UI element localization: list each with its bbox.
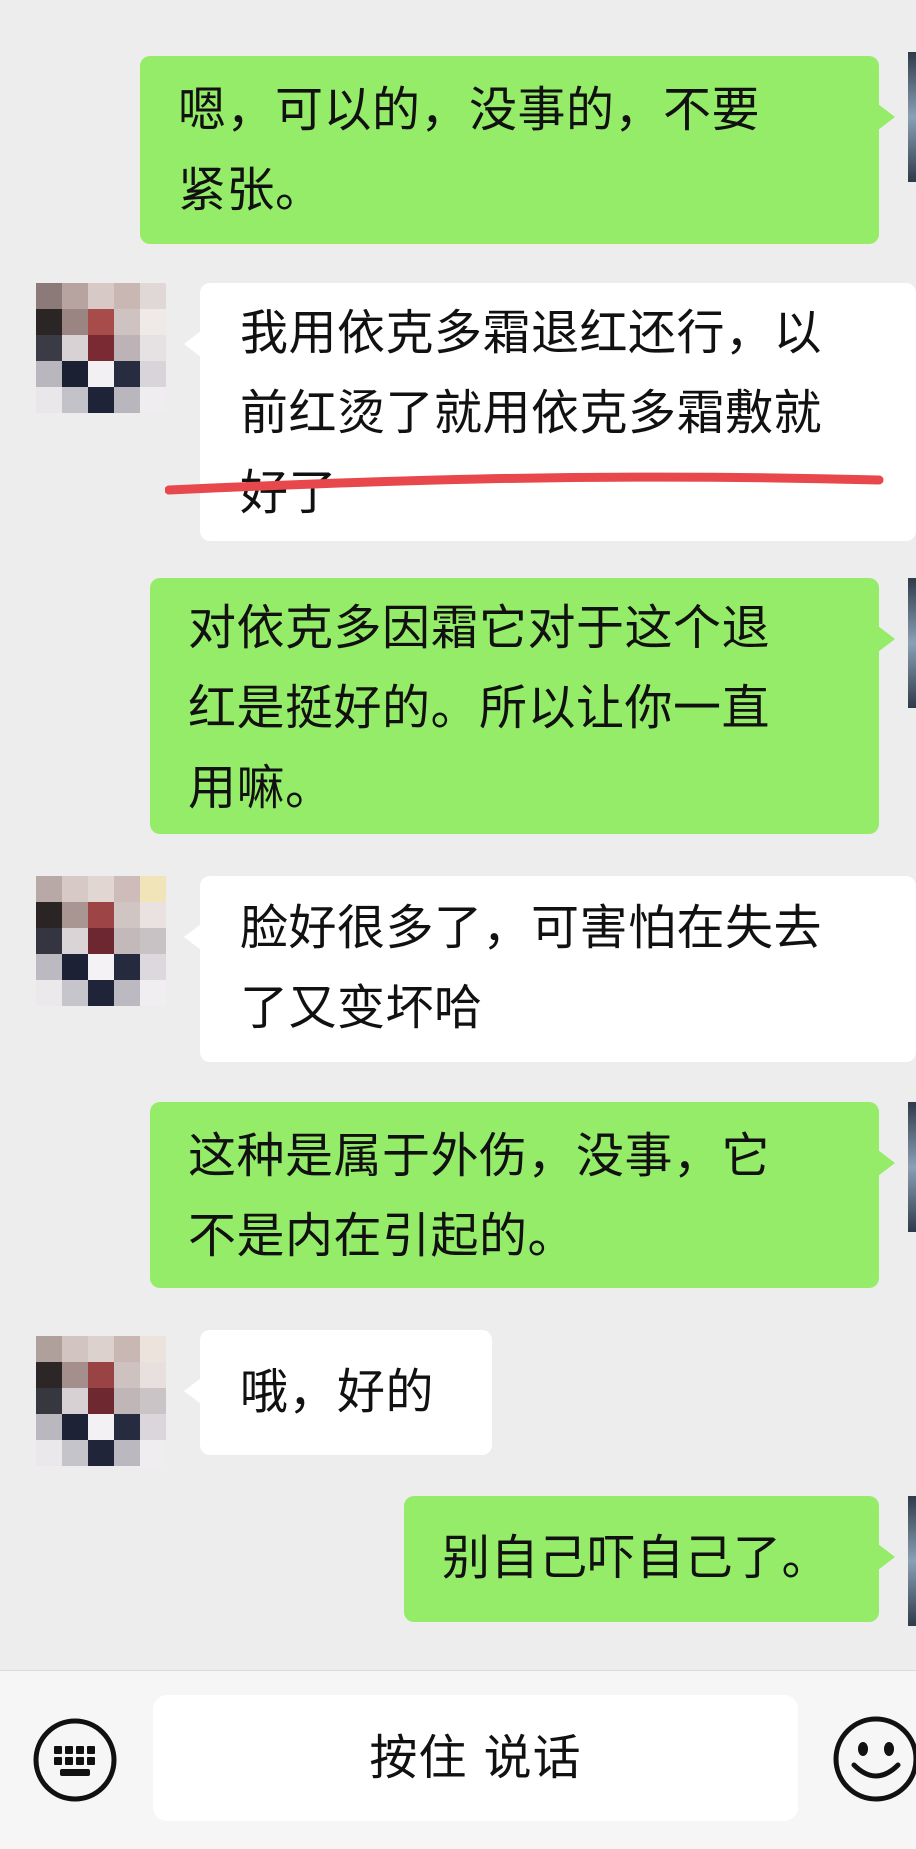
bubble-tail <box>878 1544 895 1570</box>
contact-avatar[interactable] <box>36 1336 166 1466</box>
self-avatar[interactable] <box>908 578 916 708</box>
message-text: 哦，好的 <box>240 1364 435 1420</box>
chat-input-bar: 按住 说话 <box>0 1670 916 1849</box>
bubble-tail <box>184 331 201 357</box>
self-avatar[interactable] <box>908 1496 916 1626</box>
chat-area: 嗯，可以的，没事的，不要 紧张。 我用依克多霜退红还行，以 前红烫了就用依克多霜… <box>0 0 916 1670</box>
contact-avatar[interactable] <box>36 876 166 1006</box>
message-text: 这种是属于外伤，没事，它 不是内在引起的。 <box>188 1128 771 1264</box>
self-avatar[interactable] <box>908 52 916 182</box>
bubble-tail <box>878 104 895 130</box>
contact-avatar[interactable] <box>36 283 166 413</box>
message-bubble-incoming[interactable]: 哦，好的 <box>184 1330 492 1455</box>
bubble-tail <box>184 1378 201 1404</box>
message-text: 嗯，可以的，没事的，不要 紧张。 <box>178 82 761 218</box>
red-underline-annotation <box>165 472 884 495</box>
hold-to-talk-button[interactable]: 按住 说话 <box>153 1695 798 1821</box>
keyboard-icon[interactable] <box>32 1717 118 1803</box>
message-bubble-outgoing[interactable]: 对依克多因霜它对于这个退 红是挺好的。所以让你一直 用嘛。 <box>150 578 895 834</box>
message-text: 对依克多因霜它对于这个退 红是挺好的。所以让你一直 用嘛。 <box>188 600 771 816</box>
bubble-tail <box>184 924 201 950</box>
message-bubble-outgoing[interactable]: 嗯，可以的，没事的，不要 紧张。 <box>140 56 895 244</box>
self-avatar[interactable] <box>908 1102 916 1232</box>
message-bubble-incoming[interactable]: 我用依克多霜退红还行，以 前红烫了就用依克多霜敷就 好了 <box>184 283 916 541</box>
bubble-tail <box>878 626 895 652</box>
message-bubble-incoming[interactable]: 脸好很多了，可害怕在失去 了又变坏哈 <box>184 876 916 1062</box>
message-bubble-outgoing[interactable]: 这种是属于外伤，没事，它 不是内在引起的。 <box>150 1102 895 1288</box>
message-text: 别自己吓自己了。 <box>442 1530 831 1586</box>
bubble-tail <box>878 1150 895 1176</box>
message-bubble-outgoing[interactable]: 别自己吓自己了。 <box>404 1496 895 1622</box>
emoji-icon[interactable] <box>830 1713 916 1805</box>
message-text: 脸好很多了，可害怕在失去 了又变坏哈 <box>240 900 823 1036</box>
